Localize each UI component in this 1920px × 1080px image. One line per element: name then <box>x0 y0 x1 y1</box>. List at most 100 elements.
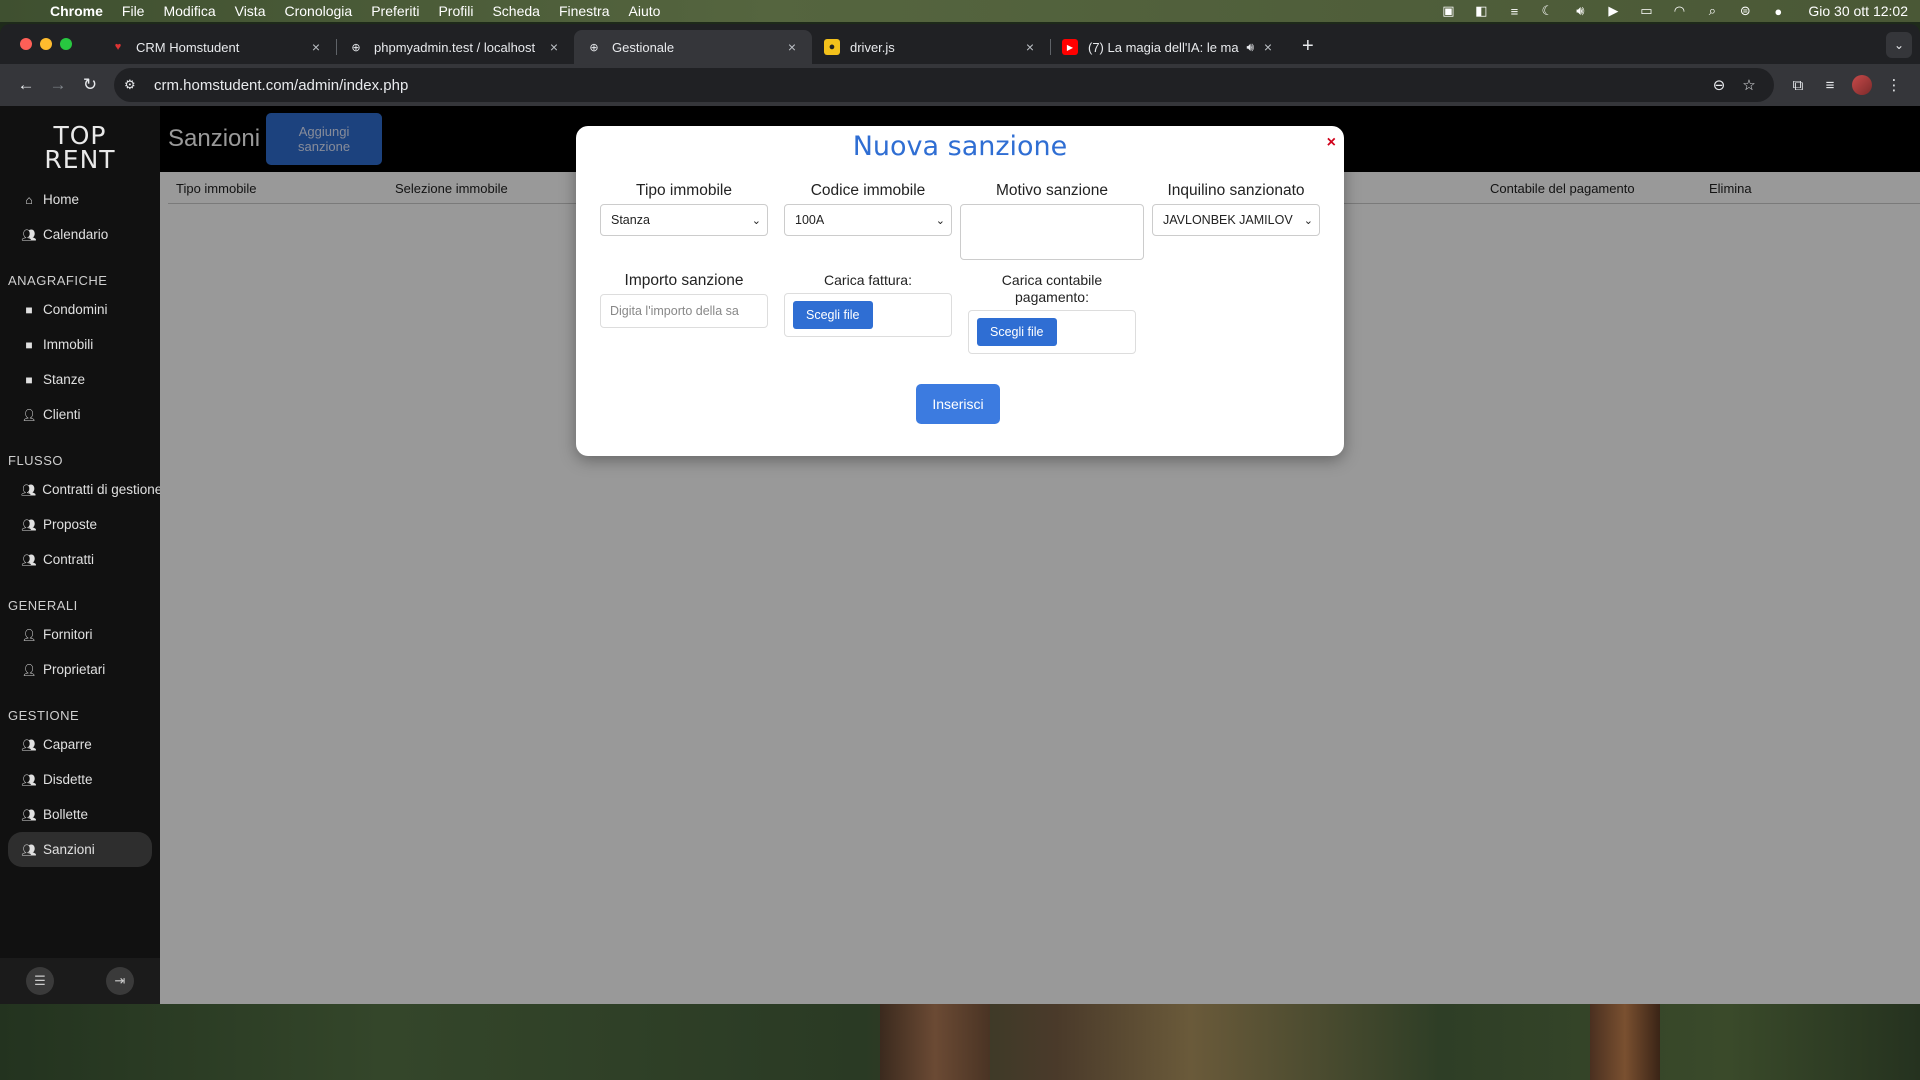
sidebar-item-condomini[interactable]: ■ Condomini <box>8 292 152 327</box>
new-tab-button[interactable]: + <box>1288 28 1328 64</box>
tab-close-icon[interactable]: × <box>1260 39 1276 55</box>
wallpaper-tree <box>880 1004 990 1080</box>
sidebar-item-label: Calendario <box>43 227 109 242</box>
list-icon[interactable]: ☰ <box>26 967 54 995</box>
sidebar-item-disdette[interactable]: 👥︎ Disdette <box>8 762 152 797</box>
sidebar-item-label: Proprietari <box>43 662 106 677</box>
select-value: 100A <box>795 213 825 227</box>
section-heading-flusso: FLUSSO <box>8 453 64 468</box>
sidebar-item-bollette[interactable]: 👥︎ Bollette <box>8 797 152 832</box>
tab-youtube[interactable]: ▶ (7) La magia dell'IA: le ma 🔊︎ × <box>1050 30 1288 64</box>
motivo-sanzione-textarea[interactable] <box>960 204 1144 260</box>
sidebar-item-calendario[interactable]: 👥︎ Calendario <box>8 217 152 252</box>
wallpaper-tree <box>1590 1004 1660 1080</box>
tab-search-chevron-icon[interactable]: ⌄ <box>1886 32 1912 58</box>
speaker-icon[interactable]: 🔊︎ <box>1246 40 1254 55</box>
battery-icon[interactable]: ▭ <box>1637 3 1655 18</box>
tab-close-icon[interactable]: × <box>308 39 324 55</box>
sidebar-item-fornitori[interactable]: 👤︎ Fornitori <box>8 617 152 652</box>
logout-icon[interactable]: ⇥ <box>106 967 134 995</box>
forward-icon[interactable]: → <box>42 69 74 101</box>
sidebar-item-proprietari[interactable]: 👤︎ Proprietari <box>8 652 152 687</box>
storage-icon[interactable]: ≡ <box>1505 4 1523 19</box>
sidebar-item-label: Fornitori <box>43 627 93 642</box>
select-value: JAVLONBEK JAMILOV <box>1163 213 1293 227</box>
choose-file-button[interactable]: Scegli file <box>793 301 873 329</box>
spotlight-search-icon[interactable]: ⌕ <box>1703 3 1721 18</box>
tab-title: (7) La magia dell'IA: le ma <box>1088 39 1239 55</box>
sidebar-item-stanze[interactable]: ■ Stanze <box>8 362 152 397</box>
address-bar[interactable]: ⚙ crm.homstudent.com/admin/index.php ⊖ ☆ <box>114 68 1774 102</box>
close-window-button[interactable] <box>20 38 32 50</box>
tab-driverjs[interactable]: ● driver.js × <box>812 30 1050 64</box>
menu-modifica[interactable]: Modifica <box>163 3 215 19</box>
field-label: Inquilino sanzionato <box>1167 182 1305 199</box>
menubar-clock[interactable]: Gio 30 ott 12:02 <box>1808 3 1908 19</box>
app-status-icon[interactable]: ◧ <box>1472 3 1490 18</box>
sidebar-item-clienti[interactable]: 👤︎ Clienti <box>8 397 152 432</box>
volume-icon[interactable]: 🔊︎ <box>1571 3 1589 18</box>
tipo-immobile-select[interactable]: Stanza ⌄ <box>600 204 768 236</box>
tab-close-icon[interactable]: × <box>546 39 562 55</box>
inserisci-button[interactable]: Inserisci <box>916 384 1000 424</box>
menu-scheda[interactable]: Scheda <box>492 3 539 19</box>
menu-file[interactable]: File <box>122 3 145 19</box>
tab-close-icon[interactable]: × <box>784 39 800 55</box>
sidebar-item-immobili[interactable]: ■ Immobili <box>8 327 152 362</box>
fattura-file-input[interactable]: Scegli file <box>784 293 952 337</box>
notion-icon[interactable]: ▣ <box>1439 3 1457 18</box>
minimize-window-button[interactable] <box>40 38 52 50</box>
sidebar-item-contratti-di-gestione[interactable]: 👥︎ Contratti di gestione <box>8 472 162 507</box>
zoom-icon[interactable]: ⊖ <box>1704 76 1734 94</box>
site-settings-icon[interactable]: ⚙ <box>124 77 146 93</box>
reload-icon[interactable]: ↻ <box>74 69 106 101</box>
sidebar-item-proposte[interactable]: 👥︎ Proposte <box>8 507 152 542</box>
inquilino-select[interactable]: JAVLONBEK JAMILOV ⌄ <box>1152 204 1320 236</box>
carica-fattura-field: Carica fattura: Scegli file <box>784 272 952 337</box>
field-label: Motivo sanzione <box>995 182 1108 199</box>
menu-finestra[interactable]: Finestra <box>559 3 610 19</box>
back-icon[interactable]: ← <box>10 69 42 101</box>
extensions-icon[interactable]: ⧉ <box>1782 69 1814 101</box>
media-controls-icon[interactable]: ≡ <box>1814 69 1846 101</box>
sidebar-item-label: Proposte <box>43 517 98 532</box>
sidebar-item-sanzioni[interactable]: 👥︎ Sanzioni <box>8 832 152 867</box>
tab-title: Gestionale <box>612 39 675 55</box>
tab-gestionale[interactable]: ⊕ Gestionale × <box>574 30 812 64</box>
menu-profili[interactable]: Profili <box>438 3 473 19</box>
codice-immobile-select[interactable]: 100A ⌄ <box>784 204 952 236</box>
zoom-window-button[interactable] <box>60 38 72 50</box>
tab-crm-homstudent[interactable]: ♥ CRM Homstudent × <box>98 30 336 64</box>
kebab-menu-icon[interactable]: ⋮ <box>1878 69 1910 101</box>
tab-phpmyadmin[interactable]: ⊕ phpmyadmin.test / localhost × <box>336 30 574 64</box>
chevron-down-icon: ⌄ <box>1303 214 1313 227</box>
moon-icon[interactable]: ☾ <box>1538 3 1556 18</box>
sidebar-item-contratti[interactable]: 👥︎ Contratti <box>8 542 152 577</box>
carica-contabile-field: Carica contabile pagamento: Scegli file <box>968 272 1136 354</box>
contabile-file-input[interactable]: Scegli file <box>968 310 1136 354</box>
importo-input[interactable]: Digita l'importo della sa <box>600 294 768 328</box>
people-icon: 👥︎ <box>21 517 37 532</box>
play-icon[interactable]: ▶ <box>1604 3 1622 18</box>
sidebar-item-home[interactable]: ⌂ Home <box>8 182 152 217</box>
choose-file-button[interactable]: Scegli file <box>977 318 1057 346</box>
url-text[interactable]: crm.homstudent.com/admin/index.php <box>154 77 1704 94</box>
tab-close-icon[interactable]: × <box>1022 39 1038 55</box>
people-icon: 👥︎ <box>21 737 37 752</box>
menu-cronologia[interactable]: Cronologia <box>284 3 352 19</box>
sidebar-item-caparre[interactable]: 👥︎ Caparre <box>8 727 152 762</box>
profile-avatar[interactable] <box>1846 69 1878 101</box>
close-icon[interactable]: × <box>1327 134 1336 152</box>
nuova-sanzione-modal: Nuova sanzione × Tipo immobile Stanza ⌄ … <box>576 126 1344 456</box>
menu-aiuto[interactable]: Aiuto <box>629 3 661 19</box>
sidebar-item-label: Condomini <box>43 302 108 317</box>
menu-preferiti[interactable]: Preferiti <box>371 3 419 19</box>
menu-vista[interactable]: Vista <box>235 3 266 19</box>
wifi-icon[interactable]: ◠ <box>1670 3 1688 18</box>
logo-line: RENT <box>44 145 116 174</box>
desktop-wallpaper <box>0 1004 1920 1080</box>
siri-icon[interactable]: ● <box>1769 4 1787 19</box>
menu-app-chrome[interactable]: Chrome <box>50 3 103 19</box>
bookmark-star-icon[interactable]: ☆ <box>1734 76 1764 94</box>
control-center-icon[interactable]: ⊜ <box>1736 3 1754 18</box>
